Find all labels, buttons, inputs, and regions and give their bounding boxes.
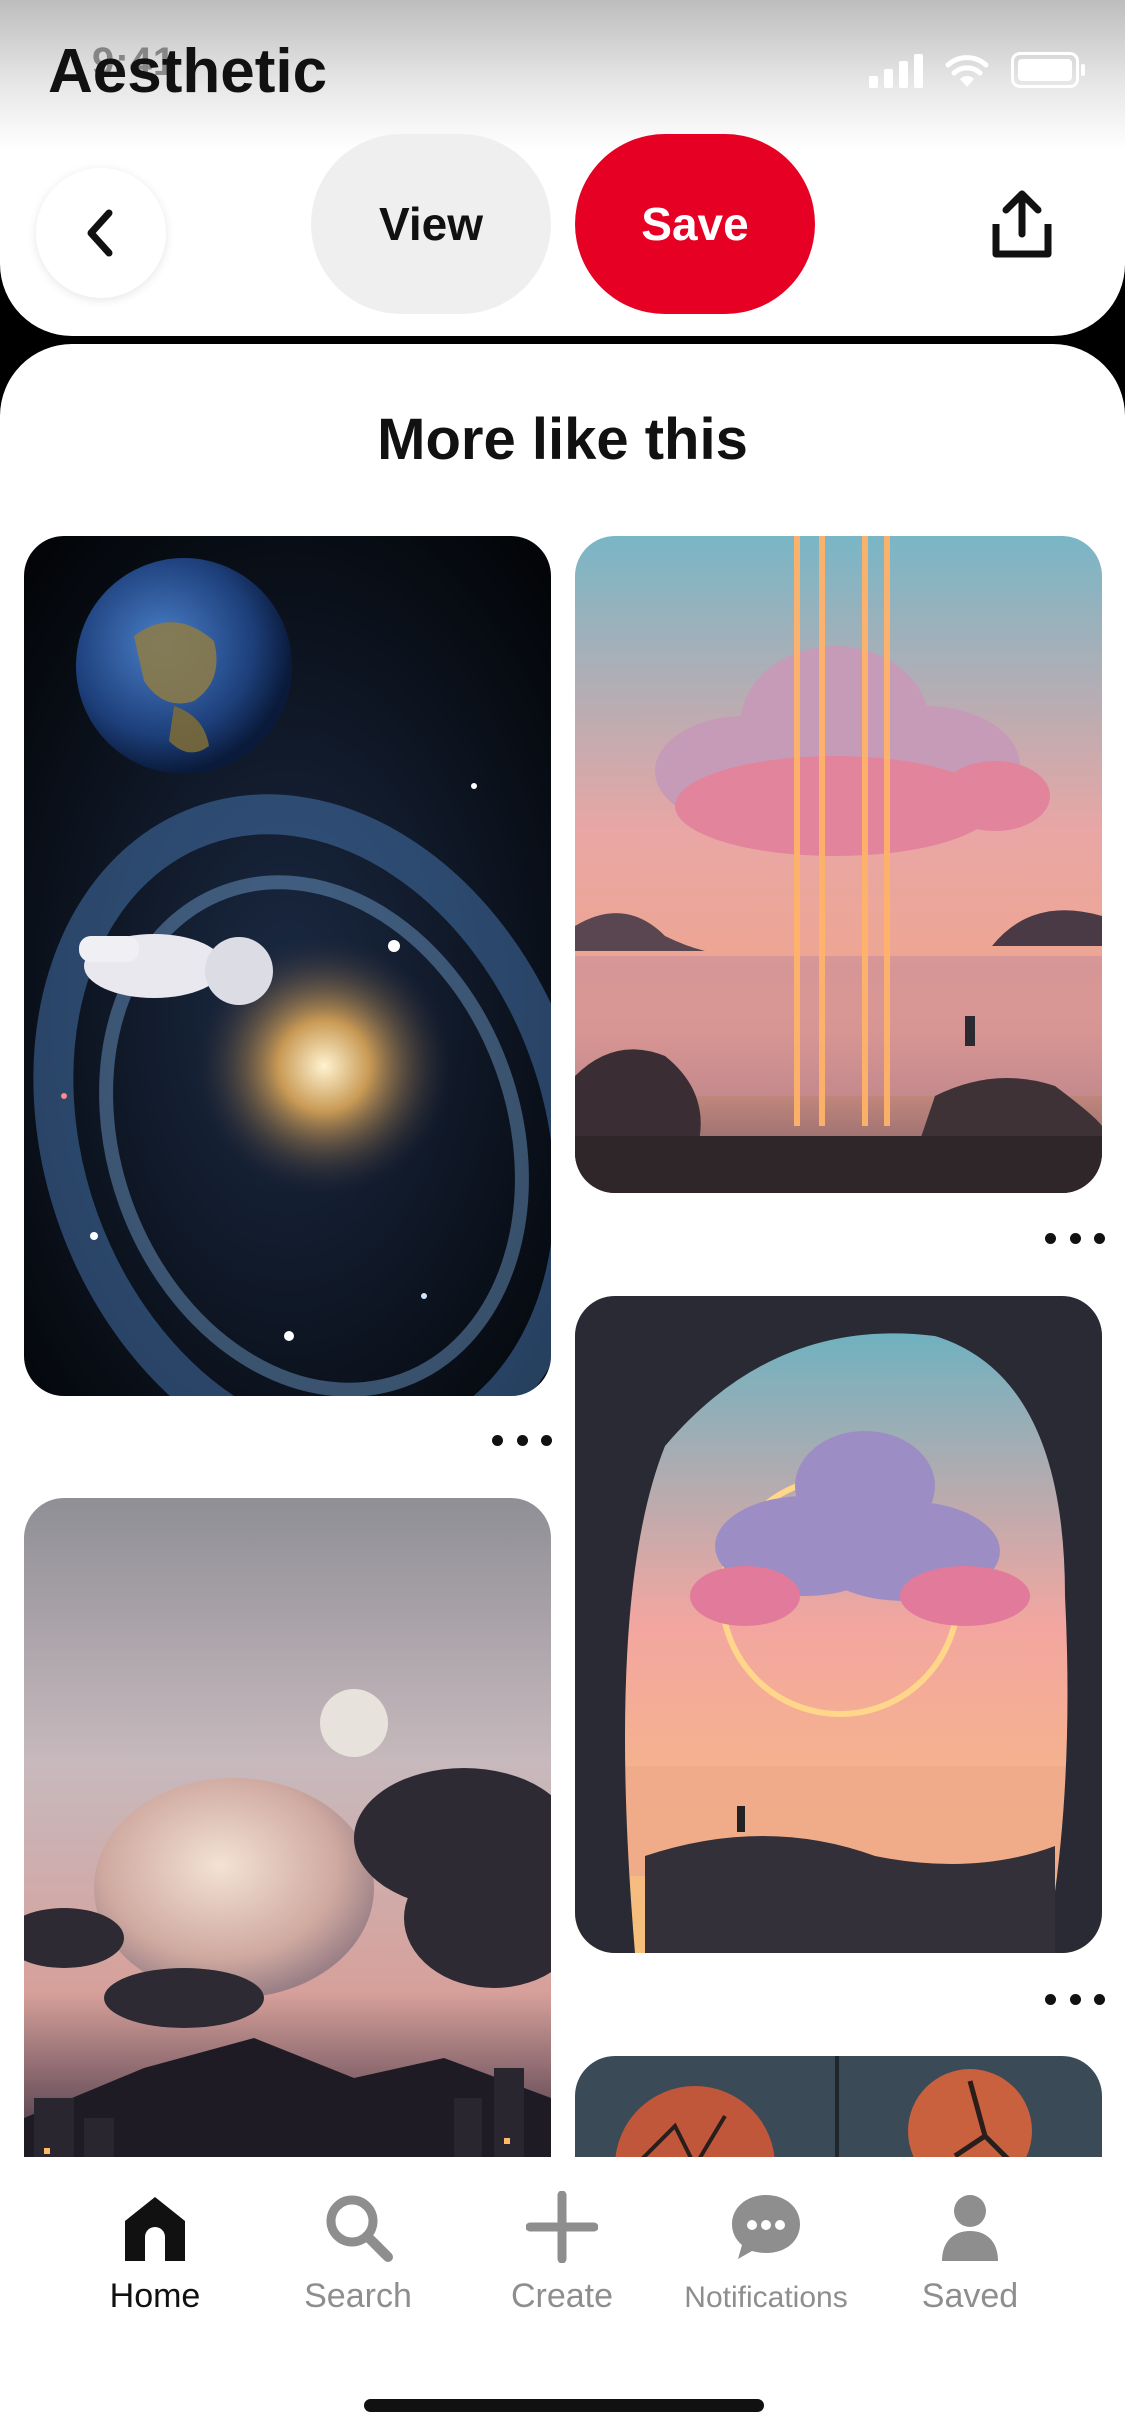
- search-icon: [326, 2195, 393, 2262]
- pin-image-cloud-beams[interactable]: [575, 536, 1102, 1193]
- chevron-left-icon: [87, 209, 113, 257]
- battery-icon: [1011, 52, 1085, 88]
- board-title: Aesthetic: [48, 37, 328, 106]
- save-button[interactable]: Save: [575, 134, 815, 314]
- cellular-signal-icon: [869, 52, 923, 88]
- pin-image-planet-city[interactable]: [24, 1498, 551, 2164]
- nav-home[interactable]: Home: [55, 2185, 255, 2316]
- home-icon: [125, 2197, 185, 2261]
- nav-search[interactable]: Search: [258, 2185, 458, 2316]
- pin-image-red-moons[interactable]: [575, 2056, 1102, 2164]
- profile-icon: [942, 2195, 998, 2261]
- nav-create-label: Create: [510, 2277, 614, 2315]
- nav-search-label: Search: [304, 2277, 412, 2315]
- back-button[interactable]: [36, 168, 166, 298]
- nav-notifications[interactable]: Notifications: [666, 2185, 866, 2315]
- view-button[interactable]: View: [311, 134, 551, 314]
- pin-image-cave-ring[interactable]: [575, 1296, 1102, 1953]
- status-icons: [869, 52, 1085, 88]
- pin-image-galaxy[interactable]: [24, 536, 551, 1396]
- nav-create[interactable]: Create: [462, 2185, 662, 2316]
- bottom-navigation: Home Search Create Notifications Saved: [0, 2157, 1125, 2436]
- pin-more-options-button[interactable]: [492, 1425, 552, 1455]
- pin-more-options-button[interactable]: [1045, 1984, 1105, 2014]
- pin-more-options-button[interactable]: [1045, 1223, 1105, 1253]
- nav-saved-label: Saved: [921, 2277, 1019, 2315]
- chat-bubble-icon: [732, 2195, 800, 2259]
- share-icon[interactable]: [990, 190, 1054, 260]
- plus-icon: [526, 2191, 598, 2263]
- nav-home-label: Home: [109, 2277, 201, 2315]
- wifi-icon: [945, 55, 989, 87]
- nav-notifications-label: Notifications: [684, 2281, 848, 2314]
- section-title: More like this: [377, 407, 748, 472]
- more-like-this-sheet: More like this: [0, 344, 1125, 2164]
- home-indicator: [364, 2399, 764, 2412]
- nav-saved[interactable]: Saved: [870, 2185, 1070, 2316]
- pin-action-header: 9:41 Aesthetic View Save: [0, 0, 1125, 336]
